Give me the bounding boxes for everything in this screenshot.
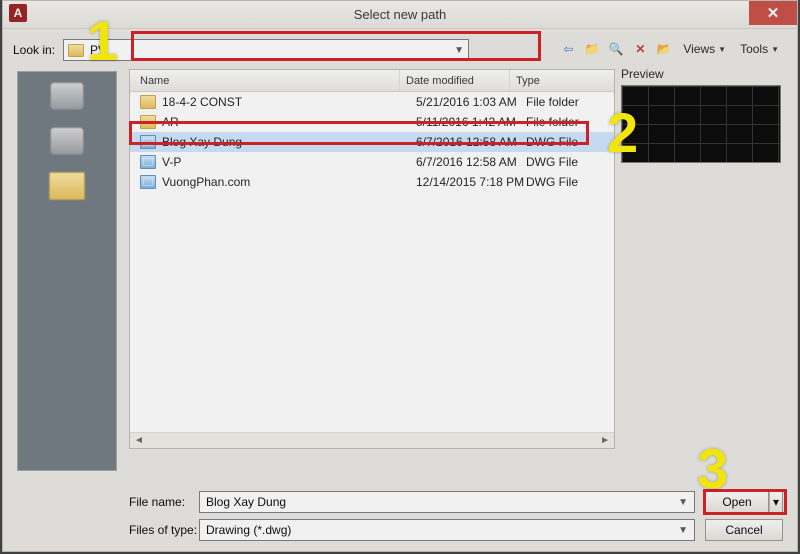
column-name[interactable]: Name xyxy=(130,70,400,91)
column-date[interactable]: Date modified xyxy=(400,70,510,91)
sidebar-item[interactable] xyxy=(50,82,84,113)
horizontal-scrollbar[interactable]: ◄ ► xyxy=(130,432,614,448)
close-button[interactable]: ✕ xyxy=(749,1,797,25)
search-icon[interactable]: 🔍 xyxy=(607,40,625,58)
lookin-combo[interactable]: PV ▼ xyxy=(63,39,469,61)
delete-button[interactable]: ✕ xyxy=(631,40,649,58)
views-menu[interactable]: Views ▼ xyxy=(679,42,730,56)
chevron-down-icon: ▼ xyxy=(678,525,688,536)
file-row[interactable]: 18-4-2 CONST5/21/2016 1:03 AMFile folder xyxy=(130,92,614,112)
lookin-value: PV xyxy=(90,43,106,57)
file-list-panel: Name Date modified Type 18-4-2 CONST5/21… xyxy=(129,69,615,449)
folder-icon xyxy=(49,172,85,200)
file-dialog: A Select new path ✕ Look in: PV ▼ ⇦ 📁 🔍 … xyxy=(2,0,798,552)
lookin-label: Look in: xyxy=(13,43,63,57)
scroll-left-icon[interactable]: ◄ xyxy=(130,435,148,446)
device-icon xyxy=(50,127,84,155)
file-list-header: Name Date modified Type xyxy=(130,70,614,92)
device-icon xyxy=(50,82,84,110)
titlebar: A Select new path ✕ xyxy=(3,1,797,29)
file-type: File folder xyxy=(526,115,614,129)
folder-icon xyxy=(140,115,156,129)
tools-label: Tools xyxy=(740,42,768,56)
file-row[interactable]: VuongPhan.com12/14/2015 7:18 PMDWG File xyxy=(130,172,614,192)
file-name: 18-4-2 CONST xyxy=(162,95,416,109)
filetype-combo[interactable]: Drawing (*.dwg) ▼ xyxy=(199,519,695,541)
file-type: File folder xyxy=(526,95,614,109)
file-row[interactable]: V-P6/7/2016 12:58 AMDWG File xyxy=(130,152,614,172)
preview-panel: Preview xyxy=(621,67,781,163)
cancel-button[interactable]: Cancel xyxy=(705,519,783,541)
preview-label: Preview xyxy=(621,67,781,81)
file-type: DWG File xyxy=(526,175,614,189)
file-date: 5/21/2016 1:03 AM xyxy=(416,95,526,109)
new-folder-button[interactable]: 📂 xyxy=(655,40,673,58)
column-type[interactable]: Type xyxy=(510,70,614,91)
app-logo: A xyxy=(9,4,27,22)
dwg-file-icon xyxy=(140,175,156,189)
chevron-down-icon: ▼ xyxy=(771,45,779,54)
sidebar-item[interactable] xyxy=(49,172,85,203)
sidebar-item[interactable] xyxy=(50,127,84,158)
file-type: DWG File xyxy=(526,155,614,169)
file-name: Blog Xay Dung xyxy=(162,135,416,149)
views-label: Views xyxy=(683,42,715,56)
chevron-down-icon: ▼ xyxy=(718,45,726,54)
filetype-label: Files of type: xyxy=(129,523,199,537)
file-name: VuongPhan.com xyxy=(162,175,416,189)
back-button[interactable]: ⇦ xyxy=(559,40,577,58)
file-name: V-P xyxy=(162,155,416,169)
folder-icon xyxy=(140,95,156,109)
scroll-right-icon[interactable]: ► xyxy=(596,435,614,446)
chevron-down-icon: ▼ xyxy=(678,497,688,508)
file-date: 5/11/2016 1:42 AM xyxy=(416,115,526,129)
bottom-panel: File name: Blog Xay Dung ▼ Open ▾ Files … xyxy=(129,491,783,541)
open-button[interactable]: Open xyxy=(705,491,769,513)
file-date: 6/7/2016 12:58 AM xyxy=(416,155,526,169)
annotation-number-3: 3 xyxy=(697,441,728,497)
file-date: 12/14/2015 7:18 PM xyxy=(416,175,526,189)
preview-canvas xyxy=(621,85,781,163)
chevron-down-icon: ▼ xyxy=(454,45,464,56)
folder-icon xyxy=(68,44,84,57)
window-title: Select new path xyxy=(354,7,447,22)
tools-menu[interactable]: Tools ▼ xyxy=(736,42,783,56)
dwg-file-icon xyxy=(140,135,156,149)
screenshot-frame: A Select new path ✕ Look in: PV ▼ ⇦ 📁 🔍 … xyxy=(0,0,800,554)
filename-label: File name: xyxy=(129,495,199,509)
up-button[interactable]: 📁 xyxy=(583,40,601,58)
nav-toolbar: ⇦ 📁 🔍 ✕ 📂 Views ▼ Tools ▼ xyxy=(559,37,783,61)
dwg-file-icon xyxy=(140,155,156,169)
file-date: 6/7/2016 12:58 AM xyxy=(416,135,526,149)
close-icon: ✕ xyxy=(767,4,780,22)
filename-input[interactable]: Blog Xay Dung ▼ xyxy=(199,491,695,513)
file-row[interactable]: Blog Xay Dung6/7/2016 12:58 AMDWG File xyxy=(130,132,614,152)
file-type: DWG File xyxy=(526,135,614,149)
file-name: AR xyxy=(162,115,416,129)
open-button-split[interactable]: ▾ xyxy=(769,491,783,513)
file-row[interactable]: AR5/11/2016 1:42 AMFile folder xyxy=(130,112,614,132)
places-sidebar xyxy=(17,71,117,471)
file-list-body[interactable]: 18-4-2 CONST5/21/2016 1:03 AMFile folder… xyxy=(130,92,614,192)
